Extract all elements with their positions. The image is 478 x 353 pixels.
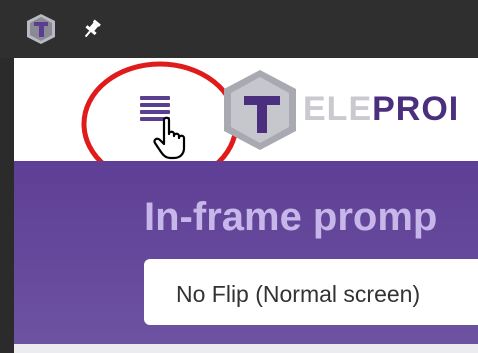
flip-mode-select[interactable]: No Flip (Normal screen) [144,259,478,325]
app-frame: ELEPROI In-frame promp No Flip (Normal s… [14,58,478,353]
site-header: ELEPROI [14,58,478,187]
flip-mode-selected-value: No Flip (Normal screen) [176,281,421,307]
page-title: In-frame promp [144,195,438,239]
brand-name: ELEPROI [303,90,460,128]
app-logo-icon [27,14,55,44]
content-strip [14,344,478,353]
hero-section: In-frame promp No Flip (Normal screen) [14,161,478,353]
pin-icon[interactable] [80,17,104,41]
brand-logo-icon [224,70,296,150]
window-titlebar [0,0,478,58]
